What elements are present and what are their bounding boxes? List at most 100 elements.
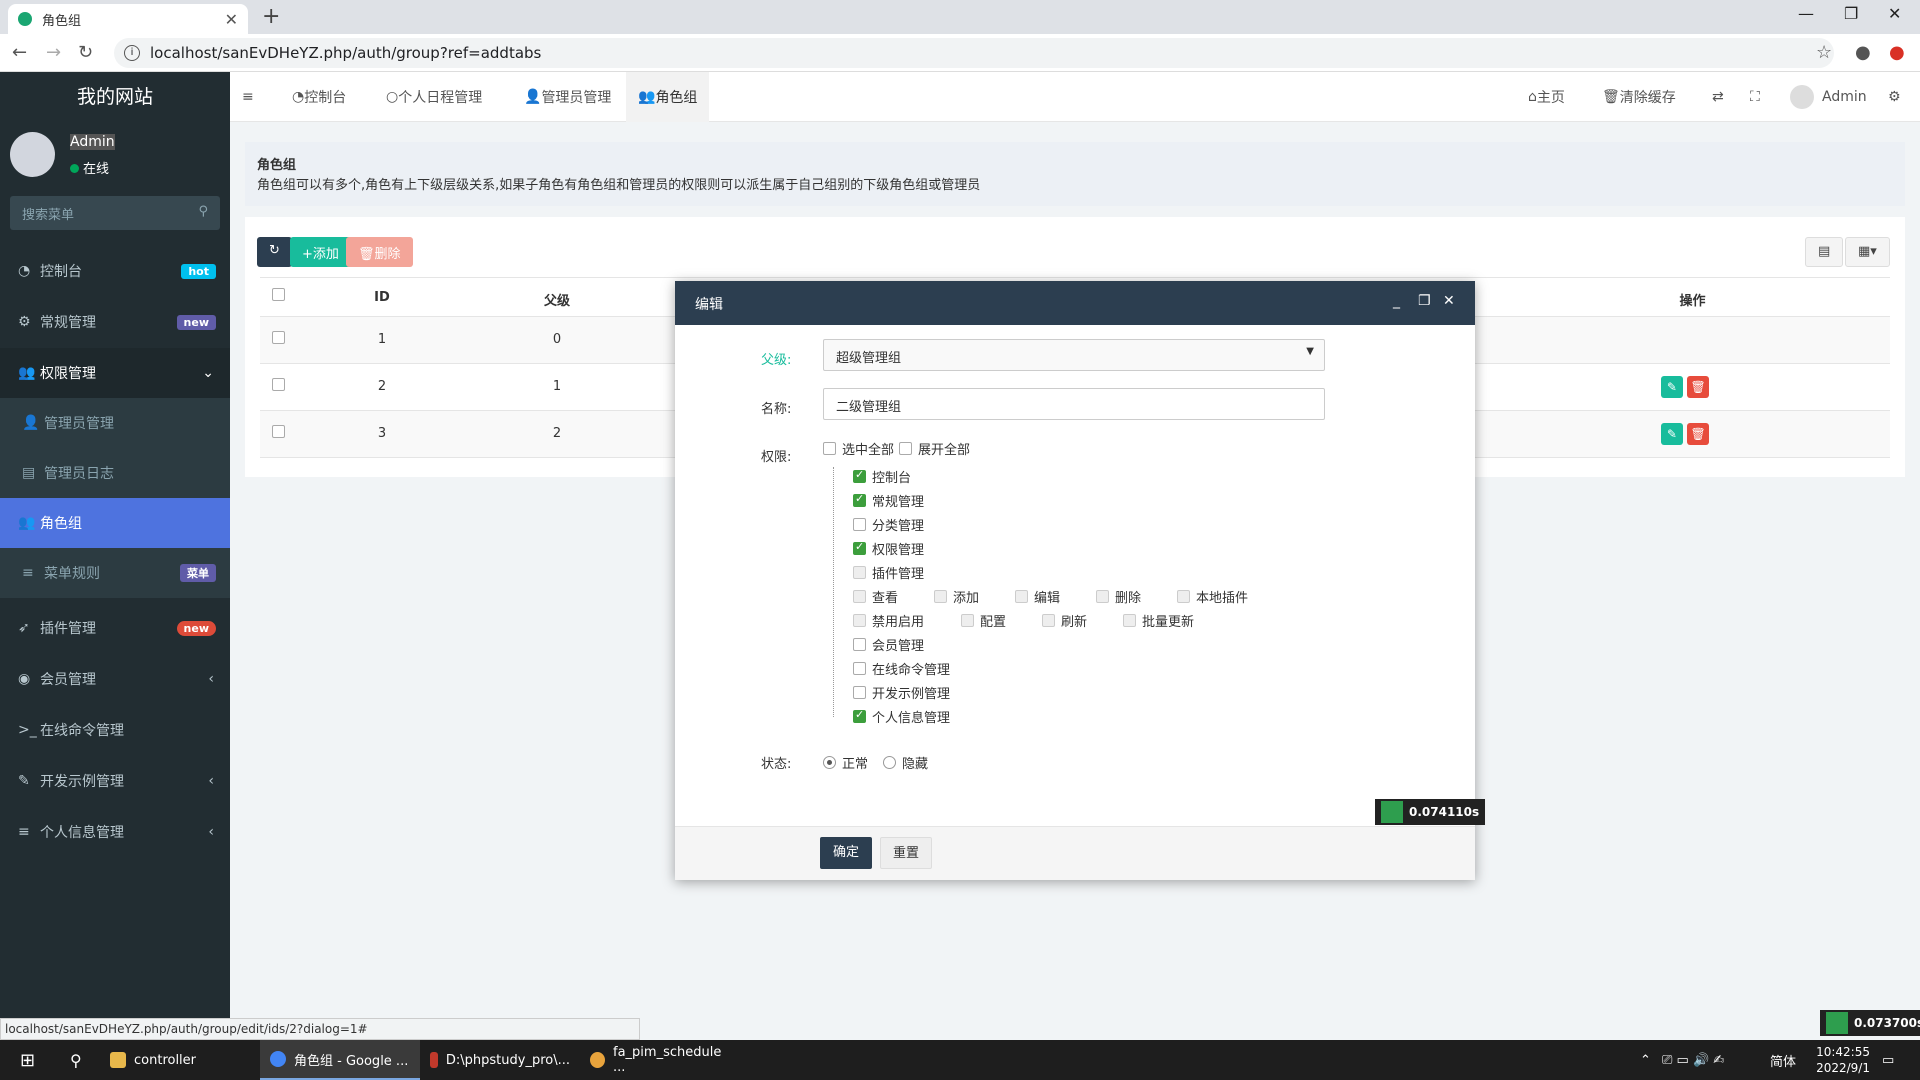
sidebar-item-rule[interactable]: ≡ 菜单规则 菜单 [0,548,230,598]
close-tab-icon[interactable]: ✕ [225,10,238,29]
taskbar-item[interactable]: controller [100,1040,260,1080]
home-link[interactable]: ⌂ 主页 [1516,72,1577,122]
tree-leaf[interactable]: 本地插件 [1177,587,1248,606]
notification-icon[interactable]: ▭ [1872,1040,1904,1080]
search-icon[interactable]: ⚲ [198,204,208,219]
sidebar-search-input[interactable]: 搜索菜单 ⚲ [10,196,220,230]
tray-icons[interactable]: ⎚ ▭ 🔊 ✍ [1652,1040,1734,1080]
dialog-title[interactable]: 编辑 [675,281,1475,325]
tree-node[interactable]: 在线命令管理 [853,659,950,678]
tree-leaf[interactable]: 查看 [853,587,898,606]
clear-cache-button[interactable]: 🗑 清除缓存 [1590,72,1688,122]
restore-icon[interactable]: ❐ [1844,4,1858,23]
tree-leaf[interactable]: 禁用启用 [853,611,924,630]
tab-dashboard[interactable]: ◔ 控制台 [280,72,358,122]
refresh-button[interactable]: ↻ [257,237,292,267]
sidebar-item-user[interactable]: ◉ 会员管理 ‹ [0,654,230,704]
sidebar-item-dashboard[interactable]: ◔ 控制台 hot [0,246,230,296]
taskbar-item-label: fa_pim_schedule ... [613,1045,722,1075]
select-all-checkbox[interactable] [260,288,297,305]
sidebar-item-profile[interactable]: ≡ 个人信息管理 ‹ [0,807,230,857]
tree-node[interactable]: 插件管理 [853,563,924,582]
forward-icon[interactable]: → [46,42,61,63]
add-button[interactable]: +添加 [290,237,351,267]
close-icon[interactable]: ✕ [1443,293,1455,309]
user-menu[interactable]: Admin [1778,72,1879,122]
col-id[interactable]: ID [297,290,467,305]
toggle-view-icon[interactable]: ▤ [1805,237,1844,267]
tab-admin[interactable]: 👤 管理员管理 [512,72,623,122]
start-icon[interactable]: ⊞ [10,1040,45,1080]
reload-icon[interactable]: ↻ [78,42,93,63]
tree-leaf[interactable]: 批量更新 [1123,611,1194,630]
reset-button[interactable]: 重置 [880,837,932,869]
minimize-icon[interactable]: — [1798,4,1814,23]
tree-node[interactable]: 常规管理 [853,491,924,510]
tab-group[interactable]: 👥 角色组 [626,72,710,122]
minimize-icon[interactable]: _ [1393,293,1400,309]
profile-icon[interactable]: ● [1855,42,1871,63]
parent-select[interactable]: 超级管理组 ▼ [823,339,1325,371]
delete-icon[interactable]: 🗑 [1687,423,1710,445]
delete-button[interactable]: 🗑删除 [346,237,413,267]
expand-all-checkbox[interactable]: 展开全部 [899,439,970,458]
url-field[interactable]: i localhost/sanEvDHeYZ.php/auth/group?re… [114,38,1834,68]
bookmark-star-icon[interactable]: ☆ [1816,42,1832,63]
tree-leaf[interactable]: 删除 [1096,587,1141,606]
select-all-checkbox[interactable]: 选中全部 [823,439,894,458]
close-window-icon[interactable]: ✕ [1888,4,1901,23]
tree-node[interactable]: 权限管理 [853,539,924,558]
taskbar-item[interactable]: 角色组 - Google ... [260,1040,420,1080]
avatar [10,132,55,177]
tree-leaf[interactable]: 编辑 [1015,587,1060,606]
ime-indicator[interactable]: 简体 [1760,1040,1806,1080]
tree-node[interactable]: 开发示例管理 [853,683,950,702]
tree-leaf[interactable]: 刷新 [1042,611,1087,630]
ok-button[interactable]: 确定 [820,837,872,869]
edit-icon[interactable]: ✎ [1660,376,1683,398]
sidebar-item-adminlog[interactable]: ▤ 管理员日志 [0,448,230,498]
col-parent[interactable]: 父级 [467,290,647,309]
sidebar-item-command[interactable]: >_ 在线命令管理 [0,705,230,755]
sidebar-item-label: 权限管理 [40,366,96,382]
taskbar-item[interactable]: D:\phpstudy_pro\... [420,1040,580,1080]
search-icon[interactable]: ⚲ [60,1040,92,1080]
tree-leaf-label: 删除 [1115,591,1142,606]
tree-leaf[interactable]: 添加 [934,587,979,606]
delete-icon[interactable]: 🗑 [1687,376,1710,398]
tree-node-label: 常规管理 [872,495,925,510]
extension-icon[interactable]: ● [1889,42,1905,63]
sidebar-item-addon[interactable]: ➶ 插件管理 new [0,603,230,653]
columns-icon[interactable]: ▦▾ [1845,237,1890,267]
site-name[interactable]: 我的网站 [0,72,230,122]
name-field[interactable]: 二级管理组 [823,388,1325,420]
row-checkbox[interactable] [260,331,297,348]
sidebar-item-general[interactable]: ⚙ 常规管理 new [0,297,230,347]
browser-tab[interactable]: 角色组 ✕ [8,4,248,34]
tree-node[interactable]: 会员管理 [853,635,924,654]
row-checkbox[interactable] [260,378,297,395]
fullscreen-icon[interactable]: ⛶ [1738,72,1772,122]
row-checkbox[interactable] [260,425,297,442]
sidebar-item-example[interactable]: ✎ 开发示例管理 ‹ [0,756,230,806]
tree-node[interactable]: 控制台 [853,467,911,486]
translate-icon[interactable]: ⇄ [1700,72,1736,122]
sidebar-toggle-icon[interactable]: ≡ [230,72,266,122]
edit-icon[interactable]: ✎ [1660,423,1683,445]
status-normal-radio[interactable]: 正常 [823,753,868,772]
maximize-icon[interactable]: ❐ [1418,293,1431,309]
site-info-icon[interactable]: i [124,45,140,61]
tab-schedule[interactable]: ○ 个人日程管理 [374,72,494,122]
status-hidden-radio[interactable]: 隐藏 [883,753,928,772]
tree-node[interactable]: 分类管理 [853,515,924,534]
sidebar-item-group[interactable]: 👥 角色组 [0,498,230,548]
tree-leaf[interactable]: 配置 [961,611,1006,630]
tree-node[interactable]: 个人信息管理 [853,707,950,726]
sidebar-item-auth[interactable]: 👥 权限管理 ⌄ [0,348,230,398]
back-icon[interactable]: ← [12,42,27,63]
clock[interactable]: 10:42:55 2022/9/1 [1816,1044,1870,1076]
settings-icon[interactable]: ⚙ [1876,72,1913,122]
new-tab-icon[interactable]: + [262,4,280,29]
taskbar-item[interactable]: fa_pim_schedule ... [580,1040,740,1080]
sidebar-item-admin[interactable]: 👤 管理员管理 [0,398,230,448]
